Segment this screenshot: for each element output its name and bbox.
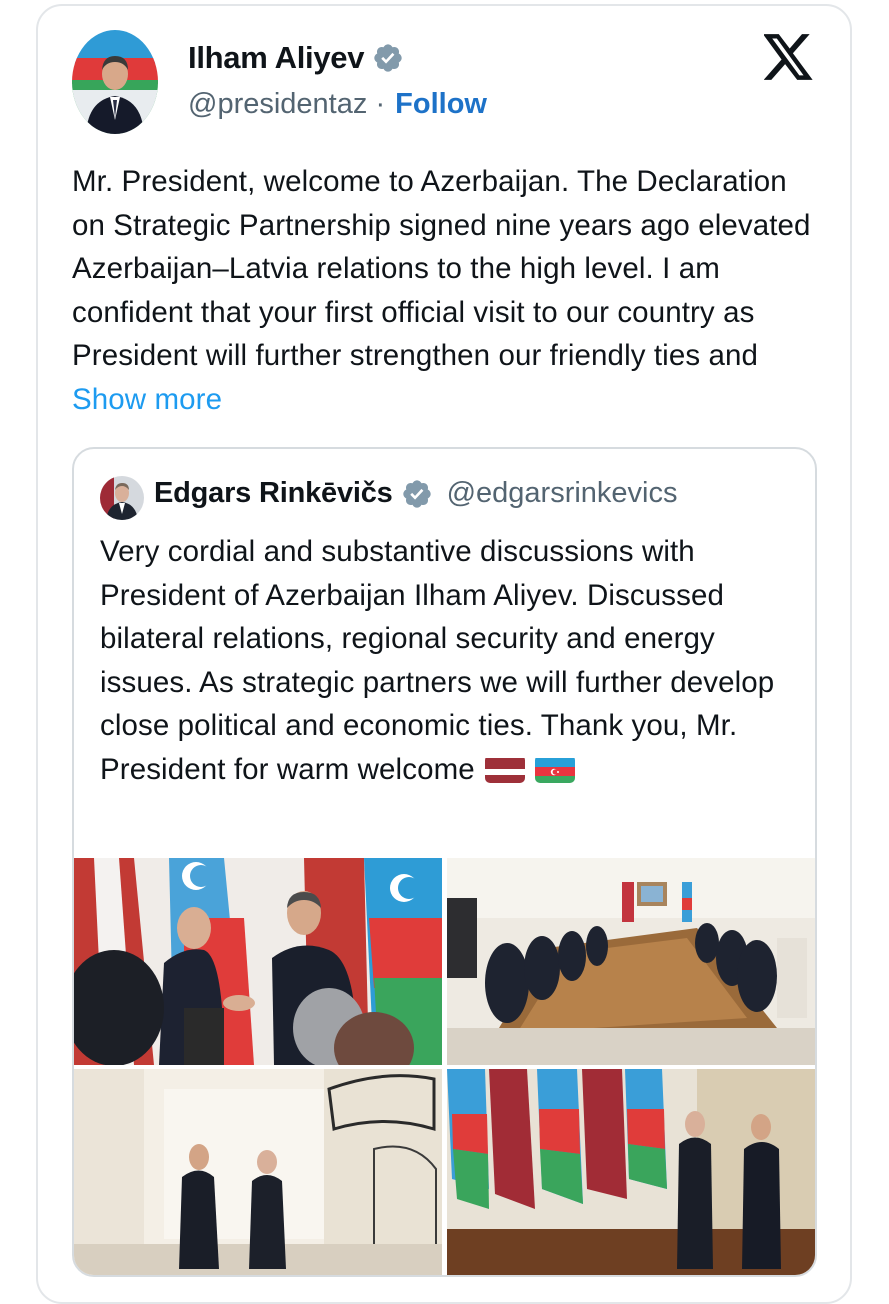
flag-latvia-icon <box>485 755 526 783</box>
quoted-tweet-body: Very cordial and substantive discussions… <box>100 530 800 792</box>
verified-badge-icon <box>374 44 402 72</box>
handle-separator: · <box>375 88 386 120</box>
author-name[interactable]: Ilham Aliyev <box>188 40 364 76</box>
author-handle[interactable]: @presidentaz <box>188 88 367 120</box>
photo-handshake[interactable] <box>74 858 442 1065</box>
photo-meeting-room[interactable] <box>447 858 815 1065</box>
x-logo-icon[interactable] <box>764 34 814 80</box>
author-avatar[interactable] <box>72 30 158 134</box>
quoted-author-name[interactable]: Edgars Rinkēvičs <box>154 477 393 510</box>
quoted-tweet[interactable]: Edgars Rinkēvičs @edgarsrinkevics Very c… <box>72 447 817 1277</box>
quoted-tweet-body-text: Very cordial and substantive discussions… <box>100 535 775 786</box>
quoted-author-handle[interactable]: @edgarsrinkevics <box>447 477 678 510</box>
show-more-link[interactable]: Show more <box>72 383 222 416</box>
follow-button[interactable]: Follow <box>395 88 487 120</box>
photo-flags[interactable] <box>447 1069 815 1275</box>
flag-azerbaijan-icon <box>535 755 576 783</box>
tweet-body: Mr. President, welcome to Azerbaijan. Th… <box>72 160 822 422</box>
quoted-author-avatar[interactable] <box>100 476 144 520</box>
verified-badge-icon <box>402 479 431 508</box>
tweet-body-text: Mr. President, welcome to Azerbaijan. Th… <box>72 165 811 373</box>
photo-walking-hall[interactable] <box>74 1069 442 1275</box>
